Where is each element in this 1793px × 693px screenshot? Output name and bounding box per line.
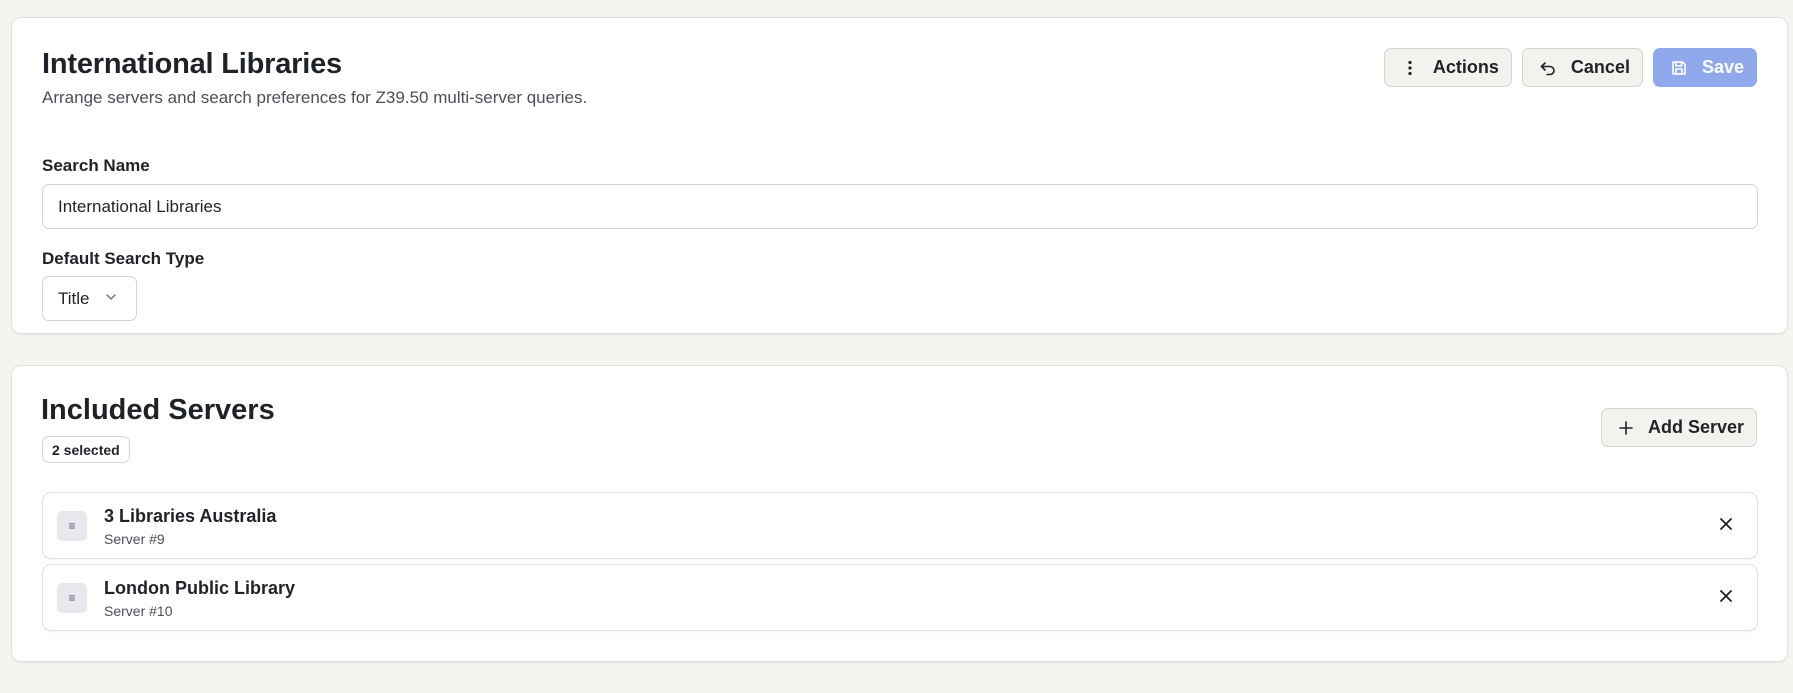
- server-list: ≡ 3 Libraries Australia Server #9 ≡ Lond…: [42, 492, 1758, 636]
- add-server-label: Add Server: [1647, 417, 1744, 437]
- drag-handle-icon[interactable]: ≡: [57, 583, 87, 613]
- search-settings-card: International Libraries Arrange servers …: [11, 17, 1788, 334]
- more-vertical-icon: [1401, 59, 1419, 77]
- included-servers-card: Included Servers 2 selected Add Server ≡…: [11, 365, 1788, 662]
- undo-icon: [1539, 59, 1557, 77]
- save-icon: [1670, 59, 1688, 77]
- server-id: Server #10: [104, 603, 173, 619]
- server-id: Server #9: [104, 531, 165, 547]
- close-icon: [1719, 589, 1733, 608]
- page-title: International Libraries: [42, 48, 342, 80]
- search-type-value: Title: [58, 288, 90, 308]
- toolbar: Actions Cancel Save: [1383, 48, 1757, 87]
- server-name: 3 Libraries Australia: [104, 506, 277, 526]
- add-server-button[interactable]: Add Server: [1600, 408, 1757, 447]
- chevron-down-icon: [104, 289, 118, 309]
- page-subtitle: Arrange servers and search preferences f…: [42, 88, 588, 107]
- server-row[interactable]: ≡ 3 Libraries Australia Server #9: [42, 492, 1758, 559]
- server-name: London Public Library: [104, 578, 296, 598]
- save-button-label: Save: [1701, 57, 1744, 77]
- section-title: Included Servers: [41, 394, 275, 426]
- server-row[interactable]: ≡ London Public Library Server #10: [42, 564, 1758, 631]
- remove-server-button[interactable]: [1713, 585, 1739, 611]
- search-name-label: Search Name: [42, 156, 150, 175]
- drag-handle-icon[interactable]: ≡: [57, 511, 87, 541]
- plus-icon: [1618, 420, 1634, 436]
- actions-button-label: Actions: [1432, 57, 1499, 77]
- save-button[interactable]: Save: [1652, 48, 1757, 87]
- remove-server-button[interactable]: [1713, 513, 1739, 539]
- search-type-label: Default Search Type: [42, 249, 205, 268]
- search-type-select[interactable]: Title: [42, 276, 137, 321]
- cancel-button-label: Cancel: [1570, 57, 1630, 77]
- cancel-button[interactable]: Cancel: [1521, 48, 1643, 87]
- actions-button[interactable]: Actions: [1383, 48, 1512, 87]
- search-name-input[interactable]: [42, 184, 1758, 229]
- selected-count-badge: 2 selected: [42, 436, 130, 463]
- close-icon: [1719, 517, 1733, 536]
